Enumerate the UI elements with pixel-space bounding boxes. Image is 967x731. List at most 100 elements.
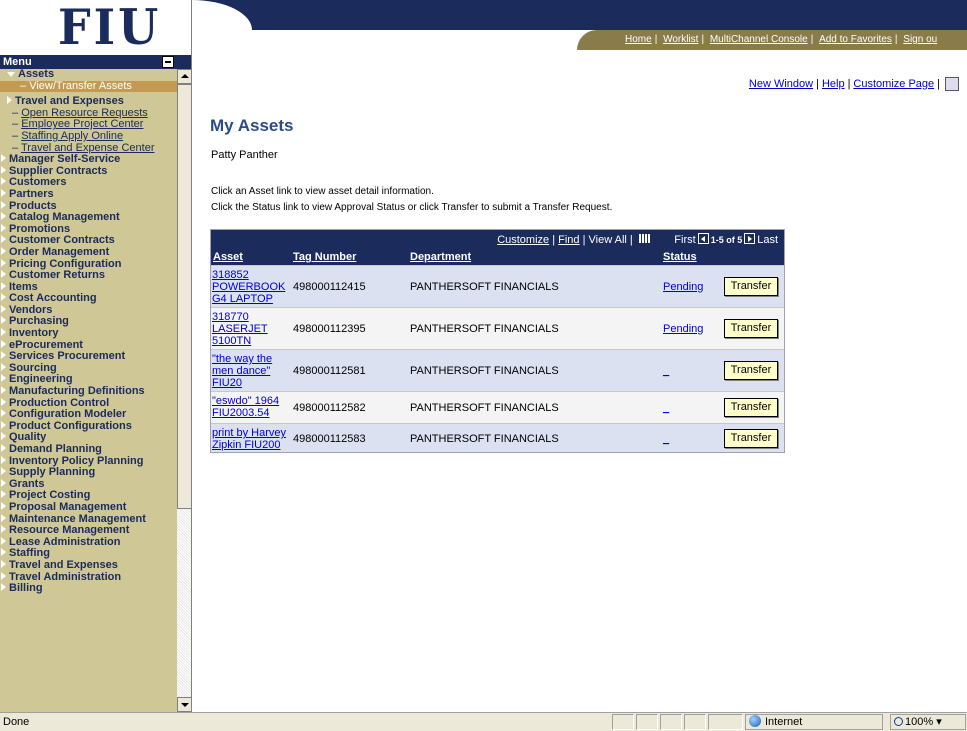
menu-item-services-procurement[interactable]: Services Procurement <box>0 351 177 363</box>
asset-link[interactable]: 318770 LASERJET 5100TN <box>212 311 290 347</box>
department: PANTHERSOFT FINANCIALS <box>410 323 559 335</box>
asset-link[interactable]: 318852 POWERBOOK G4 LAPTOP <box>212 269 290 305</box>
home-link[interactable]: Home <box>625 34 652 45</box>
status-link[interactable]: Pending <box>663 323 703 335</box>
collapsed-triangle-icon <box>1 270 6 279</box>
menu-item-lease-administration[interactable]: Lease Administration <box>0 536 177 549</box>
menu-item-engineering[interactable]: Engineering <box>0 374 177 386</box>
http-icon[interactable] <box>945 77 959 91</box>
menu-item-pricing-configuration[interactable]: Pricing Configuration <box>0 258 177 271</box>
menu-item-resource-management[interactable]: Resource Management <box>0 525 177 537</box>
status-link[interactable]: _ <box>663 365 669 377</box>
menu-link-travel-expense-center[interactable]: – Travel and Expense Center <box>0 143 177 155</box>
menu-item-customer-contracts[interactable]: Customer Contracts <box>0 235 177 247</box>
transfer-button[interactable]: Transfer <box>724 319 778 338</box>
menu-item-products[interactable]: Products <box>0 200 177 213</box>
scroll-up-button[interactable] <box>177 69 191 84</box>
status-link[interactable]: _ <box>663 433 669 445</box>
menu-item-inventory[interactable]: Inventory <box>0 328 177 340</box>
menu-item-items[interactable]: Items <box>0 281 177 294</box>
collapse-menu-icon[interactable] <box>162 56 174 68</box>
menu-item-travel-expenses-sub[interactable]: Travel and Expenses <box>0 96 177 108</box>
table-row: 318852 POWERBOOK G4 LAPTOP 498000112415 … <box>211 265 784 307</box>
asset-link[interactable]: "the way the men dance" FIU20 <box>212 353 290 389</box>
grid-customize-link[interactable]: Customize <box>497 234 549 246</box>
menu-item-quality[interactable]: Quality <box>0 432 177 444</box>
menu-item-product-configurations[interactable]: Product Configurations <box>0 420 177 433</box>
asset-link[interactable]: print by Harvey Zipkin FIU200 <box>212 427 290 451</box>
menu-item-order-management[interactable]: Order Management <box>0 246 177 259</box>
menu-item-billing[interactable]: Billing <box>0 583 177 595</box>
grid-view-all: View All <box>588 234 627 246</box>
menu-item-view-transfer-assets[interactable]: – View/Transfer Assets <box>0 80 177 93</box>
menu-item-promotions[interactable]: Promotions <box>0 223 177 236</box>
menu-item-inventory-policy-planning[interactable]: Inventory Policy Planning <box>0 455 177 468</box>
menu-item-sourcing[interactable]: Sourcing <box>0 362 177 375</box>
zoom-control[interactable]: 100% ▾ <box>890 714 966 730</box>
menu-link-employee-project-center[interactable]: – Employee Project Center <box>0 119 177 131</box>
menu-item-manager-self-service[interactable]: Manager Self-Service <box>0 154 177 166</box>
browser-status-bar: Done Internet 100% ▾ <box>0 712 967 731</box>
collapsed-triangle-icon <box>1 188 6 197</box>
download-grid-icon[interactable] <box>638 234 650 243</box>
new-window-link[interactable]: New Window <box>749 78 813 90</box>
add-to-favorites-link[interactable]: Add to Favorites <box>819 34 892 45</box>
menu-scrollbar[interactable] <box>177 69 191 712</box>
page-links: New Window | Help | Customize Page | <box>749 77 959 91</box>
help-link[interactable]: Help <box>822 78 845 90</box>
menu-item-catalog-management[interactable]: Catalog Management <box>0 212 177 224</box>
table-row: "the way the men dance" FIU20 4980001125… <box>211 349 784 391</box>
menu-item-customer-returns[interactable]: Customer Returns <box>0 270 177 282</box>
menu-item-production-control[interactable]: Production Control <box>0 397 177 410</box>
menu-item-assets[interactable]: Assets <box>0 69 177 81</box>
prev-page-icon[interactable] <box>697 233 709 244</box>
table-row: print by Harvey Zipkin FIU200 4980001125… <box>211 423 784 452</box>
transfer-button[interactable]: Transfer <box>724 277 778 296</box>
menu-item-supplier-contracts[interactable]: Supplier Contracts <box>0 165 177 178</box>
menu-item-vendors[interactable]: Vendors <box>0 304 177 317</box>
sign-out-link[interactable]: Sign ou <box>903 34 937 45</box>
menu-item-project-costing[interactable]: Project Costing <box>0 490 177 502</box>
menu-item-customers[interactable]: Customers <box>0 177 177 189</box>
menu-item-purchasing[interactable]: Purchasing <box>0 316 177 328</box>
asset-link[interactable]: "eswdo" 1964 FIU2003.54 <box>212 395 290 419</box>
collapsed-triangle-icon <box>1 525 6 534</box>
collapsed-triangle-icon <box>1 455 6 464</box>
menu-item-eprocurement[interactable]: eProcurement <box>0 339 177 352</box>
transfer-button[interactable]: Transfer <box>724 361 778 380</box>
scroll-thumb[interactable] <box>177 84 191 509</box>
menu-item-configuration-modeler[interactable]: Configuration Modeler <box>0 409 177 421</box>
menu-item-maintenance-management[interactable]: Maintenance Management <box>0 513 177 526</box>
worklist-link[interactable]: Worklist <box>663 34 698 45</box>
menu-item-proposal-management[interactable]: Proposal Management <box>0 501 177 514</box>
instruction-asset: Click an Asset link to view asset detail… <box>211 186 434 197</box>
status-link[interactable]: _ <box>663 402 669 414</box>
scroll-down-button[interactable] <box>177 697 191 712</box>
menu-item-travel-and-expenses[interactable]: Travel and Expenses <box>0 559 177 572</box>
customize-page-link[interactable]: Customize Page <box>853 78 934 90</box>
grid-last: Last <box>757 234 778 246</box>
grid-find-link[interactable]: Find <box>558 234 579 246</box>
multichannel-console-link[interactable]: MultiChannel Console <box>710 34 808 45</box>
menu-title: Menu <box>3 56 32 68</box>
menu-item-manufacturing-definitions[interactable]: Manufacturing Definitions <box>0 386 177 398</box>
menu-item-partners[interactable]: Partners <box>0 188 177 201</box>
transfer-button[interactable]: Transfer <box>724 398 778 417</box>
col-status[interactable]: Status <box>663 251 697 263</box>
menu-item-cost-accounting[interactable]: Cost Accounting <box>0 293 177 305</box>
menu-item-supply-planning[interactable]: Supply Planning <box>0 467 177 479</box>
menu-item-staffing[interactable]: Staffing <box>0 548 177 560</box>
col-tag-number[interactable]: Tag Number <box>293 251 356 263</box>
menu-item-demand-planning[interactable]: Demand Planning <box>0 444 177 456</box>
header-banner: Home | Worklist | MultiChannel Console | Ad… <box>192 0 967 55</box>
menu-item-grants[interactable]: Grants <box>0 478 177 491</box>
col-department[interactable]: Department <box>410 251 471 263</box>
menu-link-open-resource-requests[interactable]: – Open Resource Requests <box>0 108 177 120</box>
transfer-button[interactable]: Transfer <box>724 429 778 448</box>
next-page-icon[interactable] <box>744 233 756 244</box>
menu-item-travel-administration[interactable]: Travel Administration <box>0 571 177 584</box>
status-link[interactable]: Pending <box>663 281 703 293</box>
col-asset[interactable]: Asset <box>213 251 243 263</box>
menu-link-staffing-apply-online[interactable]: – Staffing Apply Online <box>0 131 177 143</box>
collapsed-triangle-icon <box>1 559 6 568</box>
